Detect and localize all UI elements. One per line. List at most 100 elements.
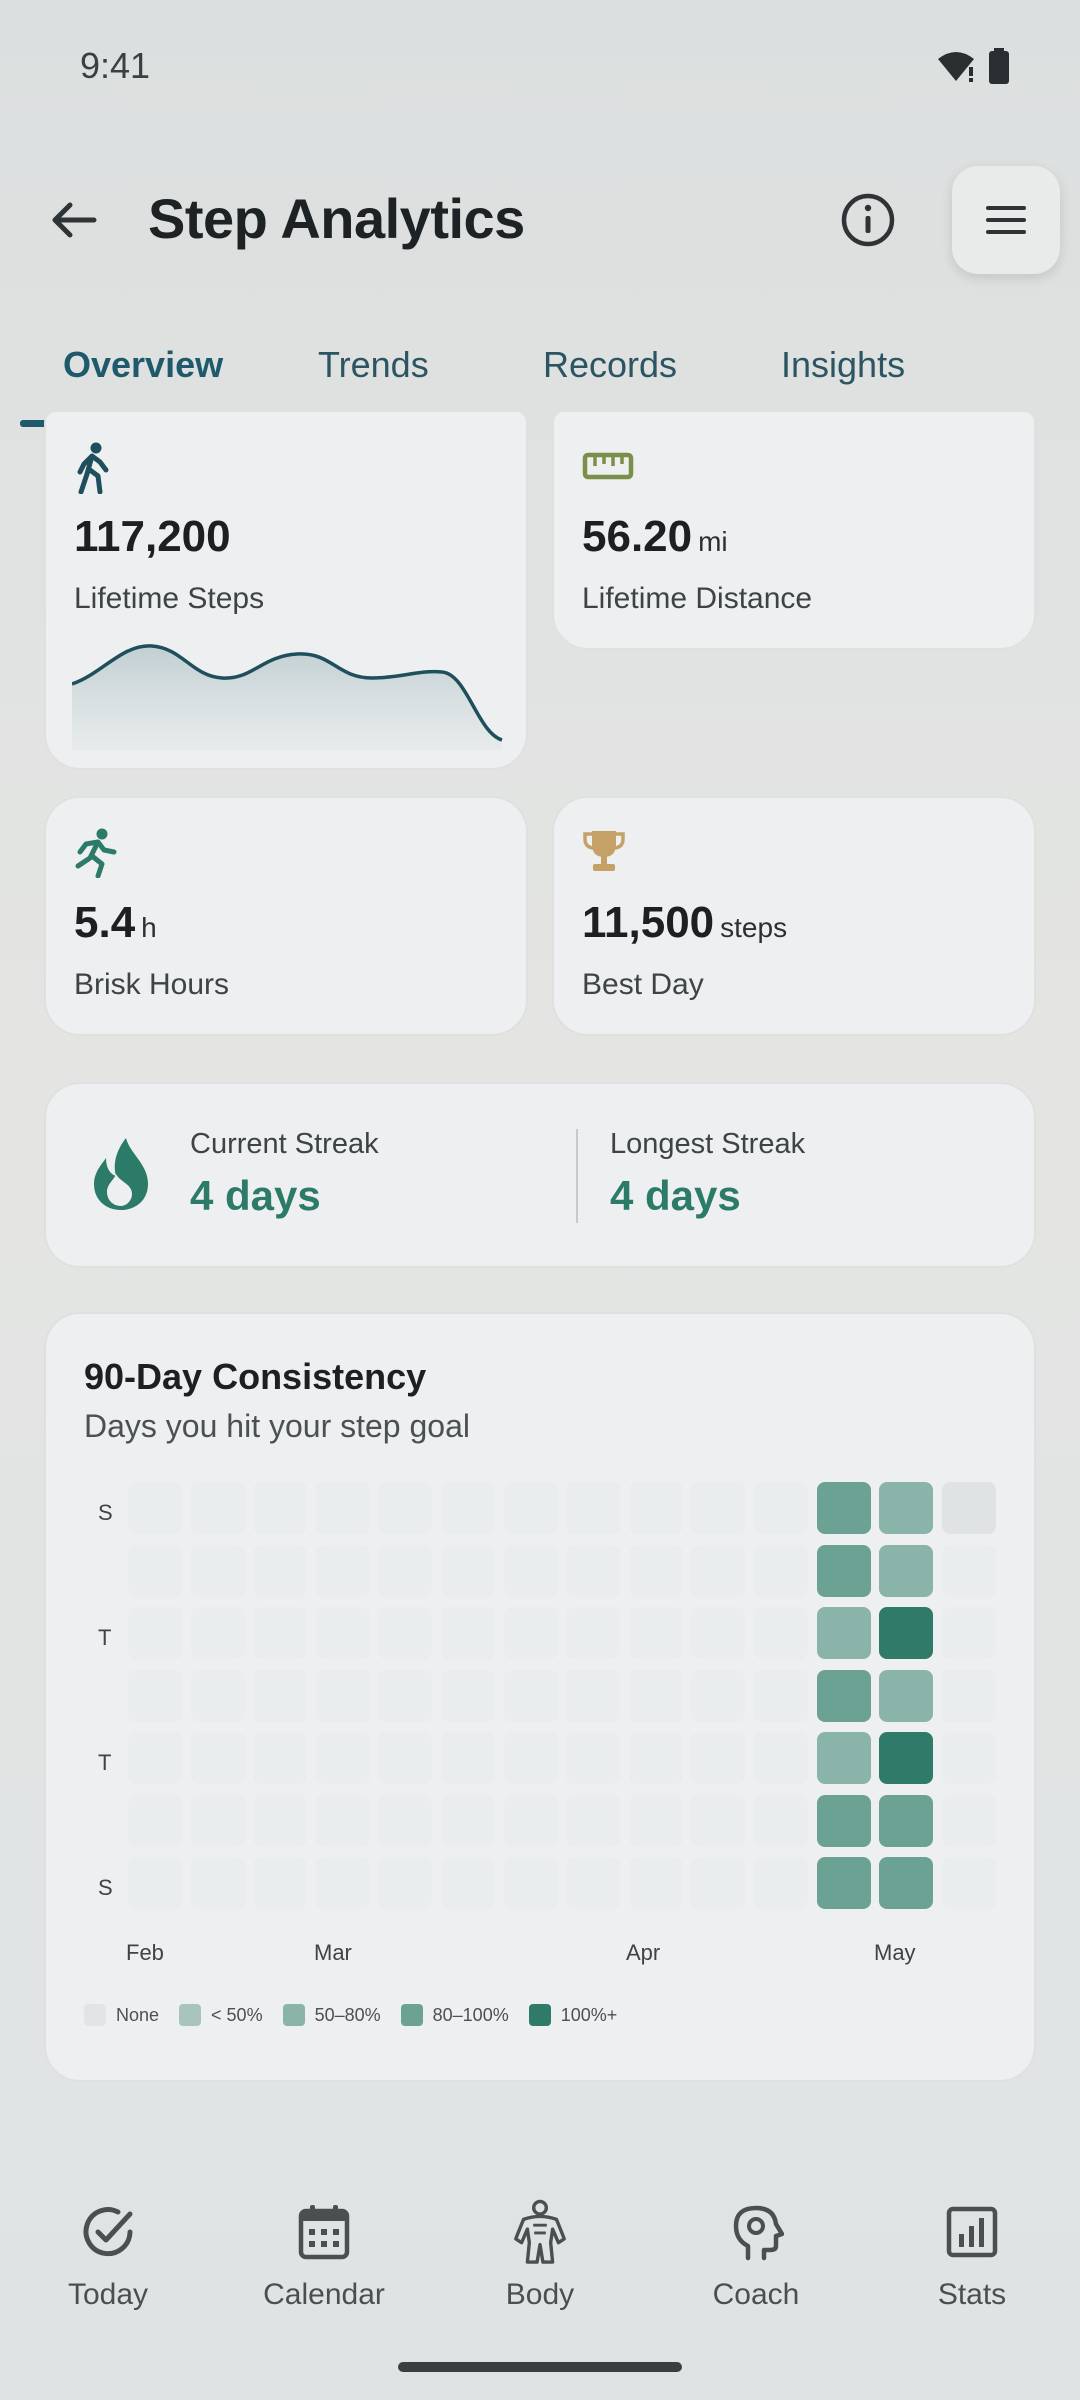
flame-icon bbox=[94, 1138, 148, 1210]
tab-records[interactable]: Records bbox=[543, 344, 677, 386]
info-icon bbox=[841, 193, 895, 247]
walking-icon bbox=[77, 442, 109, 494]
ruler-icon bbox=[582, 452, 634, 480]
heatmap-cell bbox=[315, 1669, 370, 1722]
heatmap-cell bbox=[315, 1732, 370, 1784]
streak-card[interactable]: Current Streak 4 days Longest Streak 4 d… bbox=[44, 1082, 1036, 1268]
heatmap-cell bbox=[941, 1794, 996, 1847]
heatmap-cell bbox=[378, 1732, 433, 1784]
heatmap-cell bbox=[628, 1482, 683, 1534]
arrow-left-icon bbox=[52, 202, 97, 238]
heatmap-cell bbox=[378, 1669, 433, 1722]
nav-item-calendar[interactable]: Calendar bbox=[234, 2200, 414, 2330]
status-icons bbox=[936, 48, 1010, 84]
heatmap-cell bbox=[378, 1544, 433, 1597]
heatmap-cell bbox=[566, 1669, 621, 1722]
day-label-tuesday: T bbox=[98, 1625, 112, 1650]
bottom-navigation: Today Calendar Body Coach Stats bbox=[0, 2199, 1080, 2330]
heatmap-cell bbox=[566, 1544, 621, 1597]
heatmap-cell bbox=[628, 1732, 683, 1784]
brisk-hours-card[interactable]: 5.4 h Brisk Hours bbox=[44, 796, 528, 1036]
heatmap-cell bbox=[315, 1544, 370, 1597]
nav-item-body[interactable]: Body bbox=[450, 2199, 630, 2330]
current-streak-label: Current Streak bbox=[190, 1128, 379, 1160]
lifetime-distance-card[interactable]: 56.20 mi Lifetime Distance bbox=[552, 410, 1036, 650]
heatmap-cell bbox=[879, 1482, 934, 1534]
heatmap-cell bbox=[253, 1732, 308, 1784]
legend-swatch bbox=[282, 2004, 305, 2026]
info-button[interactable] bbox=[836, 188, 900, 252]
heatmap-cell bbox=[816, 1857, 871, 1909]
best-day-label: Best Day bbox=[582, 968, 704, 1001]
heatmap-cell bbox=[128, 1794, 182, 1847]
heatmap-cell bbox=[754, 1857, 808, 1909]
heatmap-cell bbox=[816, 1607, 871, 1659]
heatmap-cell bbox=[691, 1669, 746, 1722]
nav-label-body: Body bbox=[505, 2278, 575, 2311]
longest-streak-label: Longest Streak bbox=[610, 1128, 806, 1160]
heatmap-cell bbox=[315, 1482, 370, 1534]
app-bar: Step Analytics bbox=[0, 160, 1080, 280]
heatmap-cell bbox=[441, 1482, 495, 1534]
heatmap-cell bbox=[754, 1544, 808, 1597]
heatmap-cell bbox=[754, 1669, 808, 1722]
heatmap-cell bbox=[879, 1669, 934, 1722]
heatmap-cell bbox=[378, 1794, 433, 1847]
consistency-title: 90-Day Consistency bbox=[84, 1356, 427, 1397]
consistency-subtitle: Days you hit your step goal bbox=[84, 1408, 470, 1444]
heatmap-cell bbox=[378, 1607, 433, 1659]
heatmap-cell bbox=[253, 1857, 308, 1909]
current-streak-value: 4 days bbox=[190, 1172, 321, 1219]
heatmap-cell bbox=[503, 1732, 558, 1784]
heatmap-cell bbox=[441, 1607, 495, 1659]
calendar-icon bbox=[292, 2200, 356, 2264]
heatmap-cell bbox=[190, 1732, 245, 1784]
legend-item-under-50: < 50% bbox=[179, 2004, 263, 2026]
stats-icon bbox=[940, 2200, 1004, 2264]
longest-streak-value: 4 days bbox=[610, 1172, 741, 1219]
heatmap-cell bbox=[190, 1607, 245, 1659]
heatmap-cell bbox=[879, 1607, 934, 1659]
heatmap-cell bbox=[691, 1857, 746, 1909]
heatmap-cell bbox=[128, 1482, 182, 1534]
lifetime-steps-card[interactable]: 117,200 Lifetime Steps bbox=[44, 410, 528, 770]
heatmap-cell bbox=[566, 1482, 621, 1534]
heatmap-cell bbox=[315, 1857, 370, 1909]
heatmap-cell bbox=[566, 1607, 621, 1659]
heatmap-cell bbox=[315, 1794, 370, 1847]
heatmap-cell bbox=[691, 1732, 746, 1784]
coach-icon bbox=[724, 2200, 788, 2264]
nav-label-today: Today bbox=[67, 2278, 149, 2311]
heatmap-cell bbox=[628, 1794, 683, 1847]
heatmap-cell bbox=[941, 1607, 996, 1659]
heatmap-cell bbox=[128, 1857, 182, 1909]
month-label-mar: Mar bbox=[314, 1940, 352, 1965]
heatmap-cell bbox=[128, 1669, 182, 1722]
tab-insights[interactable]: Insights bbox=[781, 344, 905, 386]
best-day-card[interactable]: 11,500 steps Best Day bbox=[552, 796, 1036, 1036]
heatmap-cell bbox=[378, 1857, 433, 1909]
nav-item-today[interactable]: Today bbox=[18, 2200, 198, 2330]
heatmap-cell bbox=[253, 1607, 308, 1659]
back-button[interactable] bbox=[42, 188, 106, 252]
brisk-hours-value: 5.4 h bbox=[74, 898, 157, 947]
menu-button[interactable] bbox=[952, 166, 1060, 274]
heatmap-cell bbox=[879, 1732, 934, 1784]
heatmap-cell bbox=[754, 1482, 808, 1534]
heatmap-cell bbox=[628, 1607, 683, 1659]
heatmap-cell bbox=[441, 1857, 495, 1909]
nav-item-coach[interactable]: Coach bbox=[666, 2200, 846, 2330]
brisk-hours-unit: h bbox=[141, 912, 157, 943]
heatmap-cell bbox=[503, 1482, 558, 1534]
heatmap-cell bbox=[628, 1544, 683, 1597]
hamburger-menu-icon bbox=[986, 206, 1026, 234]
status-time: 9:41 bbox=[80, 45, 151, 86]
nav-item-stats[interactable]: Stats bbox=[882, 2200, 1062, 2330]
heatmap-cell bbox=[190, 1482, 245, 1534]
home-indicator bbox=[398, 2362, 682, 2372]
heatmap-cell bbox=[315, 1607, 370, 1659]
brisk-hours-label: Brisk Hours bbox=[74, 968, 230, 1001]
heatmap-cell bbox=[754, 1732, 808, 1784]
tab-trends[interactable]: Trends bbox=[318, 344, 429, 386]
tab-overview[interactable]: Overview bbox=[63, 344, 223, 386]
